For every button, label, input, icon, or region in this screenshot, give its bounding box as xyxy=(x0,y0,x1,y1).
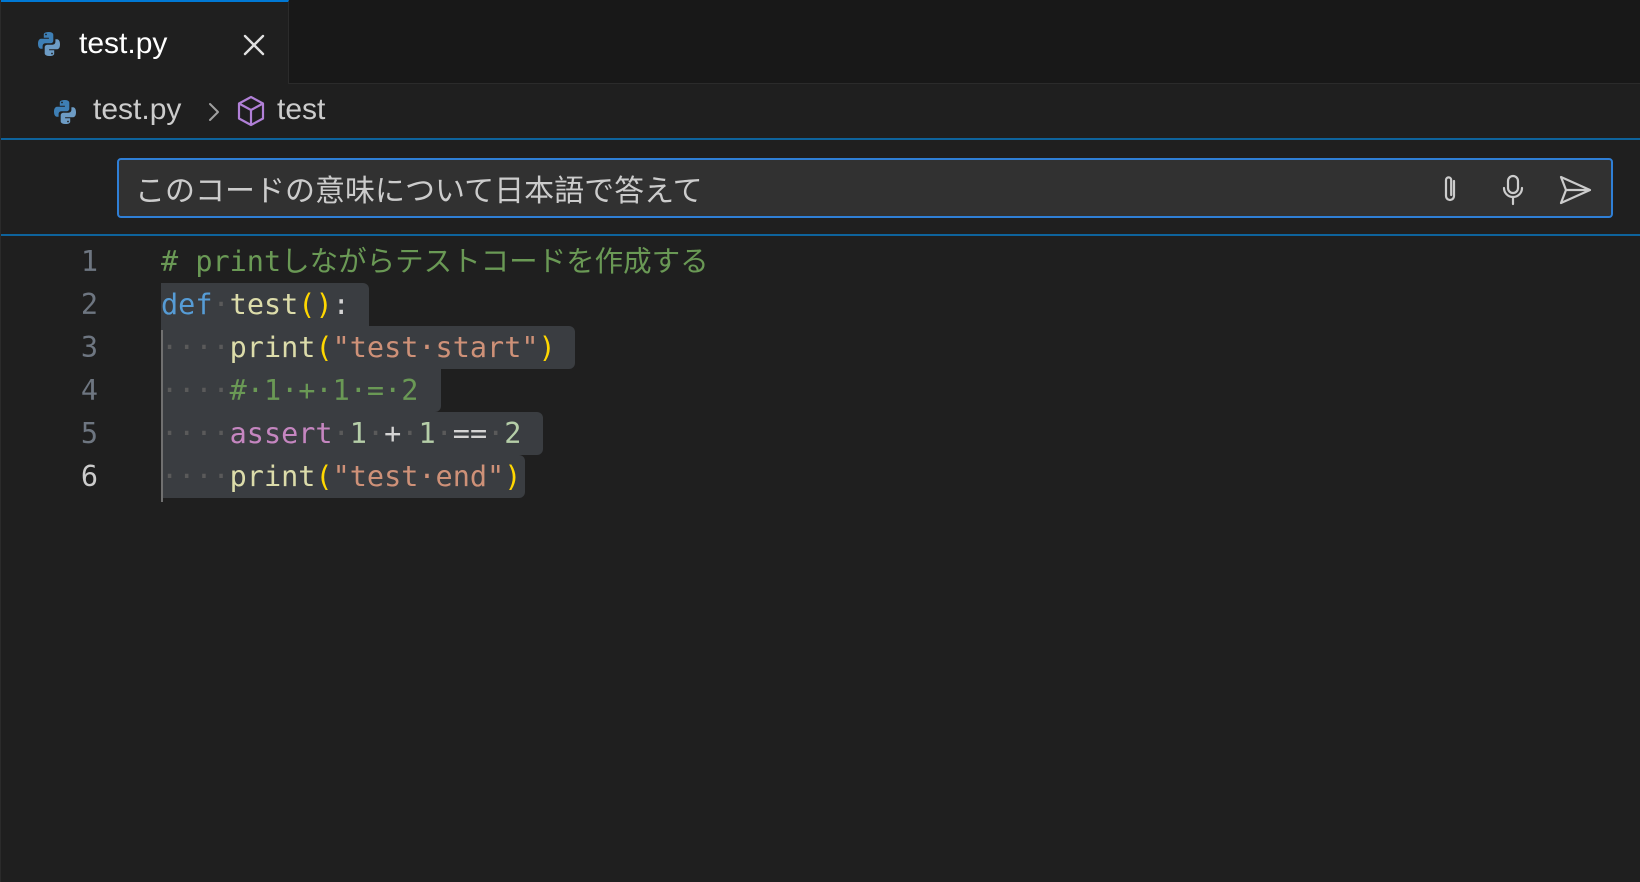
code-token: test xyxy=(229,288,299,321)
code-token: ···· xyxy=(161,417,230,450)
code-token: ( xyxy=(315,331,333,364)
code-text: ····#·1·+·1·=·2 xyxy=(161,373,418,409)
breadcrumb-symbol[interactable]: test xyxy=(277,92,325,128)
indent-guide xyxy=(161,330,163,502)
cube-icon xyxy=(237,95,265,127)
code-token: ···· xyxy=(161,374,230,407)
code-text: ····print("test·start") xyxy=(161,330,556,366)
code-text: def·test(): xyxy=(161,287,350,323)
close-icon[interactable] xyxy=(241,32,267,58)
line-number: 4 xyxy=(80,374,98,407)
code-token: · xyxy=(401,417,419,450)
code-token: ···· xyxy=(161,331,230,364)
line-number: 3 xyxy=(80,331,98,364)
code-token: + xyxy=(384,417,402,450)
code-token: ···· xyxy=(161,460,230,493)
line-number: 1 xyxy=(80,245,98,278)
code-token: "test·end" xyxy=(332,460,505,493)
paperclip-icon[interactable] xyxy=(1433,172,1469,208)
code-line[interactable]: 6 ····print("test·end") xyxy=(1,455,1640,498)
code-token: assert xyxy=(229,417,333,450)
code-token: 2 xyxy=(504,417,522,450)
code-token: def xyxy=(161,288,213,321)
code-token: 1 xyxy=(349,417,367,450)
code-line[interactable]: 5 ····assert·1·+·1·==·2 xyxy=(1,412,1640,455)
microphone-icon[interactable] xyxy=(1495,172,1531,208)
code-token: ) xyxy=(504,460,522,493)
code-token: · xyxy=(212,288,230,321)
code-token: print xyxy=(229,460,316,493)
breadcrumb: test.py test xyxy=(1,84,1640,140)
code-token: · xyxy=(487,417,505,450)
code-token: "test·start" xyxy=(332,331,539,364)
code-token: 1 xyxy=(418,417,436,450)
code-token: #·1·+·1·=·2 xyxy=(229,374,419,407)
editor-window: test.py test.py test このコードの意味について日本語で答えて… xyxy=(0,0,1640,882)
code-token: ( xyxy=(315,460,333,493)
code-token: · xyxy=(332,417,350,450)
code-token: # printしながらテストコードを作成する xyxy=(161,245,709,278)
code-line[interactable]: 3 ····print("test·start") xyxy=(1,326,1640,369)
code-token: ) xyxy=(538,331,556,364)
line-number: 2 xyxy=(80,288,98,321)
code-text: ····print("test·end") xyxy=(161,459,521,495)
code-editor[interactable]: 1 # printしながらテストコードを作成する 2 def·test(): 3 ····… xyxy=(1,236,1640,882)
python-icon xyxy=(38,32,60,56)
tab-bar: test.py xyxy=(1,0,1640,85)
chat-input-box xyxy=(117,158,1613,218)
code-token: : xyxy=(332,288,350,321)
code-line[interactable]: 4 ····#·1·+·1·=·2 xyxy=(1,369,1640,412)
code-token: == xyxy=(452,417,488,450)
code-text: ····assert·1·+·1·==·2 xyxy=(161,416,521,452)
code-token: () xyxy=(298,288,333,321)
tab-test-py[interactable]: test.py xyxy=(1,0,289,85)
code-token: · xyxy=(435,417,453,450)
code-text: # printしながらテストコードを作成する xyxy=(161,244,709,280)
chevron-right-icon xyxy=(209,103,219,121)
code-line[interactable]: 2 def·test(): xyxy=(1,283,1640,326)
code-token: print xyxy=(229,331,316,364)
line-number: 5 xyxy=(80,417,98,450)
code-line[interactable]: 1 # printしながらテストコードを作成する xyxy=(1,240,1640,283)
tab-label: test.py xyxy=(79,27,168,60)
code-token: · xyxy=(366,417,385,450)
inline-chat xyxy=(1,140,1640,236)
chat-input[interactable] xyxy=(135,168,1375,208)
python-icon[interactable] xyxy=(51,98,79,126)
breadcrumb-file[interactable]: test.py xyxy=(93,92,181,128)
send-icon[interactable] xyxy=(1557,172,1593,208)
line-number: 6 xyxy=(80,460,98,493)
